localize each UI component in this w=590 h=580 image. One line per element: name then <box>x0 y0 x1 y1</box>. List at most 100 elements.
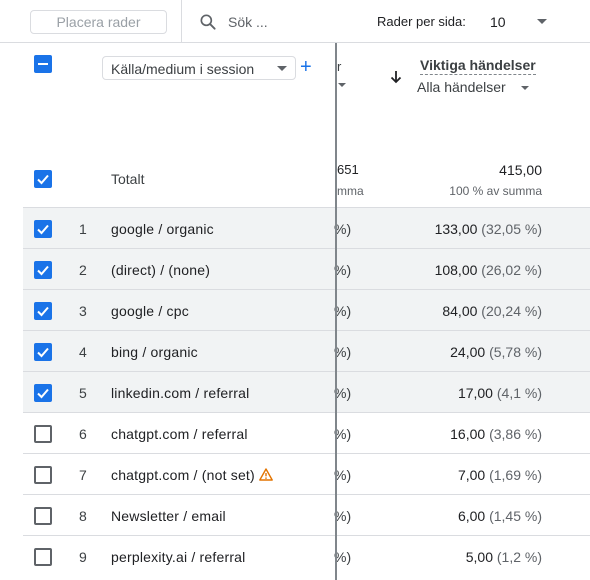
row-dimension-text: chatgpt.com / referral <box>111 426 248 442</box>
row-metric-value: 16,00 <box>450 426 486 442</box>
row-dimension-text: perplexity.ai / referral <box>111 549 246 565</box>
row-metric-value: 133,00 <box>434 221 478 237</box>
table-row[interactable]: 2 (direct) / (none)%) 108,00 (26,02 %) <box>23 248 590 289</box>
totals-value: 415,00 <box>499 162 542 178</box>
row-metric-percent: (4,1 %) <box>496 385 542 401</box>
row-dimension-value: perplexity.ai / referral <box>111 549 245 565</box>
row-metric-percent: (1,69 %) <box>489 467 542 483</box>
chevron-down-icon <box>338 83 346 87</box>
row-dimension-value: bing / organic <box>111 344 198 360</box>
row-checkbox[interactable] <box>34 261 52 279</box>
totals-clipped-sub: mma <box>337 184 364 198</box>
totals-clipped-value: 651 <box>337 162 359 177</box>
totals-percent-of-sum: 100 % av summa <box>449 184 542 198</box>
row-checkbox[interactable] <box>34 384 52 402</box>
row-metric-value: 108,00 <box>434 262 478 278</box>
row-checkbox[interactable] <box>34 343 52 361</box>
add-dimension-button[interactable]: + <box>300 56 312 78</box>
rows-per-page-label: Rader per sida: <box>377 14 466 29</box>
row-metric-value: 24,00 <box>450 344 486 360</box>
row-metric-cell: 16,00 (3,86 %) <box>450 426 542 442</box>
checkmark-icon <box>37 224 49 235</box>
row-dimension-text: (direct) / (none) <box>111 262 211 278</box>
row-dimension-text: google / organic <box>111 221 214 237</box>
row-checkbox[interactable] <box>34 220 52 238</box>
checkmark-icon <box>37 306 49 317</box>
row-dimension-value: google / organic <box>111 221 214 237</box>
row-metric-cell: 108,00 (26,02 %) <box>435 262 542 278</box>
rows-per-page-value: 10 <box>490 14 506 30</box>
row-metric-cell: 5,00 (1,2 %) <box>466 549 542 565</box>
chevron-down-icon <box>521 86 529 90</box>
row-checkbox[interactable] <box>34 466 52 484</box>
table-row[interactable]: 3 google / cpc%) 84,00 (20,24 %) <box>23 289 590 330</box>
dimension-selector[interactable]: Källa/medium i session <box>102 56 296 80</box>
row-metric-value: 84,00 <box>442 303 478 319</box>
chevron-down-icon <box>277 66 287 71</box>
row-dimension-text: Newsletter / email <box>111 508 226 524</box>
row-dimension-text: google / cpc <box>111 303 189 319</box>
row-metric-cell: 6,00 (1,45 %) <box>458 508 542 524</box>
row-metric-percent: (20,24 %) <box>481 303 542 319</box>
row-checkbox[interactable] <box>34 507 52 525</box>
row-metric-value: 5,00 <box>465 549 493 565</box>
toolbar-divider <box>181 0 182 43</box>
table-body: 1 google / organic%) 133,00 (32,05 %) 2 (dir… <box>23 207 590 576</box>
row-metric-percent: (5,78 %) <box>489 344 542 360</box>
clipped-metric-header: r <box>337 59 342 74</box>
row-metric-percent: (32,05 %) <box>481 221 542 237</box>
dimension-label: Källa/medium i session <box>111 61 255 77</box>
table-row[interactable]: 6 chatgpt.com / referral%) 16,00 (3,86 %) <box>23 412 590 453</box>
table-row[interactable]: 4 bing / organic%) 24,00 (5,78 %) <box>23 330 590 371</box>
checkmark-icon <box>37 174 49 185</box>
row-dimension-value: linkedin.com / referral <box>111 385 249 401</box>
row-metric-cell: 24,00 (5,78 %) <box>450 344 542 360</box>
row-index: 2 <box>79 262 87 278</box>
row-metric-percent: (1,45 %) <box>489 508 542 524</box>
row-dimension-value: Newsletter / email <box>111 508 226 524</box>
row-checkbox[interactable] <box>34 425 52 443</box>
row-checkbox[interactable] <box>34 548 52 566</box>
row-dimension-text: bing / organic <box>111 344 198 360</box>
row-metric-value: 7,00 <box>457 467 486 483</box>
event-filter-select[interactable]: Alla händelser <box>417 79 506 95</box>
row-dimension-value: chatgpt.com / referral <box>111 426 248 442</box>
sort-descending-icon[interactable] <box>389 70 403 84</box>
table-row[interactable]: 5 linkedin.com / referral%) 17,00 (4,1 %) <box>23 371 590 412</box>
report-table: Placera rader Rader per sida: 10 Källa/m… <box>0 0 590 580</box>
row-metric-percent: (3,86 %) <box>489 426 542 442</box>
row-index: 3 <box>79 303 87 319</box>
row-index: 4 <box>79 344 87 360</box>
row-index: 1 <box>79 221 87 237</box>
row-dimension-text: linkedin.com / referral <box>111 385 250 401</box>
warning-icon[interactable] <box>258 468 273 481</box>
table-row[interactable]: 7 chatgpt.com / (not set)%) 7,00 (1,69 %) <box>23 453 590 494</box>
table-row[interactable]: 9 perplexity.ai / referral%) 5,00 (1,2 %) <box>23 535 590 576</box>
row-metric-value: 6,00 <box>457 508 486 524</box>
table-row[interactable]: 1 google / organic%) 133,00 (32,05 %) <box>23 207 590 248</box>
search-input[interactable] <box>228 11 348 33</box>
table-toolbar: Placera rader Rader per sida: 10 <box>0 0 590 43</box>
checkmark-icon <box>37 347 49 358</box>
row-index: 6 <box>79 426 87 442</box>
row-index: 8 <box>79 508 87 524</box>
row-checkbox[interactable] <box>34 302 52 320</box>
frozen-column-divider[interactable] <box>335 43 337 580</box>
row-dimension-value: google / cpc <box>111 303 189 319</box>
row-metric-cell: 84,00 (20,24 %) <box>442 303 542 319</box>
select-all-checkbox[interactable] <box>34 55 52 73</box>
totals-label: Totalt <box>111 171 145 187</box>
row-metric-percent: (1,2 %) <box>496 549 542 565</box>
row-metric-value: 17,00 <box>457 385 493 401</box>
row-metric-cell: 17,00 (4,1 %) <box>458 385 542 401</box>
plot-rows-button[interactable]: Placera rader <box>30 10 167 34</box>
search-icon[interactable] <box>198 12 218 32</box>
rows-per-page-select[interactable]: 10 <box>484 8 554 36</box>
totals-checkbox[interactable] <box>34 170 52 188</box>
row-index: 7 <box>79 467 87 483</box>
table-row[interactable]: 8 Newsletter / email%) 6,00 (1,45 %) <box>23 494 590 535</box>
chevron-down-icon <box>537 19 547 24</box>
row-index: 9 <box>79 549 87 565</box>
metric-column-title[interactable]: Viktiga händelser <box>420 57 536 75</box>
row-metric-percent: (26,02 %) <box>481 262 542 278</box>
